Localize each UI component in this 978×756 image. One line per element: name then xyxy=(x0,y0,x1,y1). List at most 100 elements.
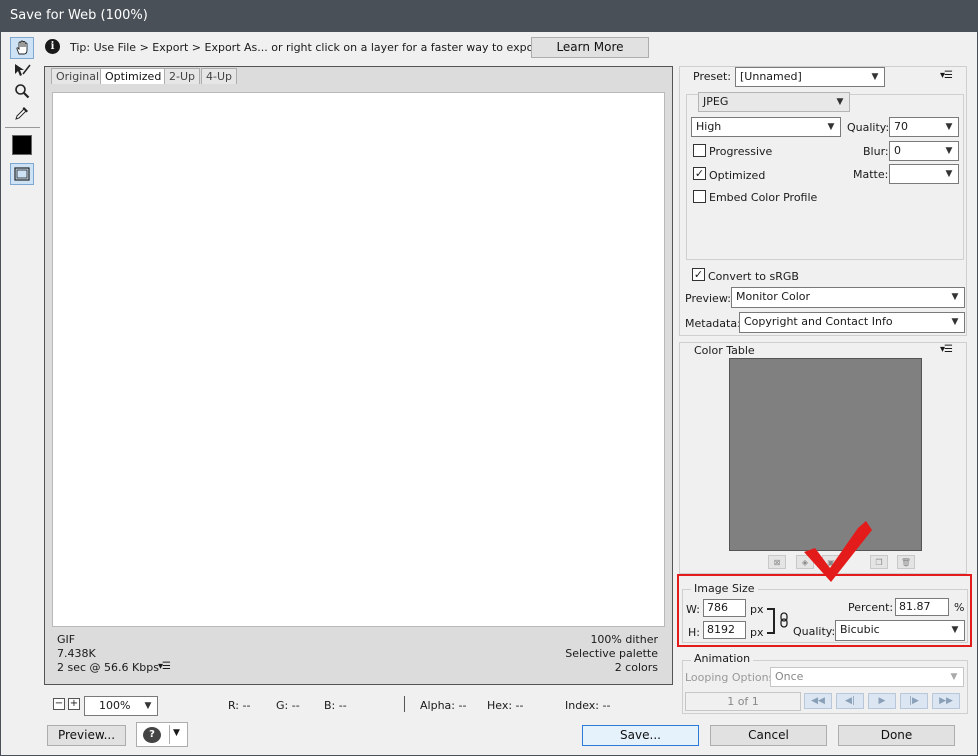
info-icon: i xyxy=(45,39,60,54)
convert-srgb-label: Convert to sRGB xyxy=(708,270,799,283)
chevron-down-icon: ▼ xyxy=(173,728,180,738)
preset-select[interactable]: [Unnamed] ▼ xyxy=(735,67,885,87)
embed-color-profile-checkbox[interactable] xyxy=(693,190,706,203)
chevron-down-icon: ▼ xyxy=(945,122,953,132)
blur-label: Blur: xyxy=(863,145,889,158)
preview-button[interactable]: Preview... xyxy=(47,725,126,746)
looping-options-select[interactable]: Once ▼ xyxy=(770,667,964,687)
progressive-label: Progressive xyxy=(709,145,773,158)
preview-dither: 100% dither xyxy=(590,633,658,646)
done-button[interactable]: Done xyxy=(838,725,955,746)
toolbar-divider xyxy=(5,127,40,128)
quality-preset-select[interactable]: High ▼ xyxy=(691,117,841,137)
save-button[interactable]: Save... xyxy=(582,725,699,746)
eyedropper-tool[interactable] xyxy=(10,102,34,124)
image-size-title: Image Size xyxy=(691,582,758,595)
last-frame-icon[interactable]: ▶▶ xyxy=(932,693,960,709)
hand-tool[interactable] xyxy=(10,37,34,59)
resample-quality-label: Quality: xyxy=(793,625,836,638)
progressive-checkbox[interactable] xyxy=(693,144,706,157)
eyedropper-icon xyxy=(15,107,28,120)
color-table-title: Color Table xyxy=(694,344,755,357)
status-alpha: Alpha: -- xyxy=(420,699,467,712)
zoom-in-button[interactable]: + xyxy=(68,698,80,710)
zoom-tool[interactable] xyxy=(10,80,34,102)
width-unit: px xyxy=(750,603,764,616)
chevron-down-icon: ▼ xyxy=(827,122,835,132)
quality-input[interactable]: 70 ▼ xyxy=(889,117,959,137)
preview-palette: Selective palette xyxy=(565,647,658,660)
file-format-select[interactable]: JPEG ▼ xyxy=(698,92,850,112)
toggle-slices-button[interactable] xyxy=(10,163,34,185)
chevron-down-icon: ▼ xyxy=(945,146,953,156)
map-transparent-icon[interactable]: ⊠ xyxy=(768,555,786,569)
width-input[interactable]: 786 xyxy=(703,599,746,617)
status-hex: Hex: -- xyxy=(487,699,524,712)
convert-srgb-checkbox[interactable]: ✓ xyxy=(692,268,705,281)
eyedropper-color-swatch[interactable] xyxy=(12,135,32,155)
window-title: Save for Web (100%) xyxy=(0,0,978,32)
zoom-out-button[interactable]: − xyxy=(53,698,65,710)
status-green: G: -- xyxy=(276,699,300,712)
zoom-level-select[interactable]: 100% ▼ xyxy=(84,696,158,716)
chevron-down-icon: ▼ xyxy=(871,72,879,82)
status-divider xyxy=(404,696,405,712)
slice-select-tool[interactable] xyxy=(10,59,34,81)
chevron-down-icon: ▼ xyxy=(951,317,959,327)
preview-file-size: 7.438K xyxy=(57,647,96,660)
delete-color-icon[interactable]: 🗑 xyxy=(897,555,915,569)
optimized-label: Optimized xyxy=(709,169,766,182)
preview-download-time: 2 sec @ 56.6 Kbps xyxy=(57,661,159,674)
play-icon[interactable]: ▶ xyxy=(868,693,896,709)
browser-preview-button[interactable]: ? ▼ xyxy=(136,722,188,747)
optimize-menu-icon[interactable]: ▾☰ xyxy=(940,70,953,81)
blur-input[interactable]: 0 ▼ xyxy=(889,141,959,161)
frame-counter: 1 of 1 xyxy=(685,692,801,711)
download-speed-menu-icon[interactable]: ▾☰ xyxy=(158,661,171,672)
learn-more-button[interactable]: Learn More xyxy=(531,37,649,58)
link-chain-icon[interactable] xyxy=(779,612,789,628)
looping-options-label: Looping Options: xyxy=(685,671,779,684)
optimized-checkbox[interactable]: ✓ xyxy=(693,167,706,180)
quality-label: Quality: xyxy=(847,121,890,134)
percent-unit: % xyxy=(954,601,965,614)
height-input[interactable]: 8192 xyxy=(703,621,746,639)
metadata-select[interactable]: Copyright and Contact Info ▼ xyxy=(739,312,965,333)
previous-frame-icon[interactable]: ◀| xyxy=(836,693,864,709)
percent-input[interactable]: 81.87 xyxy=(895,598,949,616)
chevron-down-icon: ▼ xyxy=(144,701,152,711)
constrain-bracket xyxy=(767,608,775,634)
preview-mode-select[interactable]: Monitor Color ▼ xyxy=(731,287,965,308)
width-label: W: xyxy=(686,603,700,616)
image-preview[interactable] xyxy=(52,92,665,627)
status-index: Index: -- xyxy=(565,699,611,712)
split-divider xyxy=(169,725,170,744)
tab-optimized[interactable]: Optimized xyxy=(100,68,167,84)
chevron-down-icon: ▼ xyxy=(951,292,959,302)
hand-icon xyxy=(16,40,28,55)
color-table-menu-icon[interactable]: ▾☰ xyxy=(940,344,953,355)
resample-quality-select[interactable]: Bicubic ▼ xyxy=(835,620,965,641)
animation-title: Animation xyxy=(691,652,754,665)
chevron-down-icon: ▼ xyxy=(836,97,844,107)
browser-globe-icon: ? xyxy=(143,727,161,743)
first-frame-icon[interactable]: ◀◀ xyxy=(804,693,832,709)
preset-label: Preset: xyxy=(693,70,732,83)
height-unit: px xyxy=(750,626,764,639)
matte-select[interactable]: ▼ xyxy=(889,164,959,184)
preview-color-count: 2 colors xyxy=(614,661,658,674)
next-frame-icon[interactable]: |▶ xyxy=(900,693,928,709)
chevron-down-icon: ▼ xyxy=(951,625,959,635)
preview-mode-label: Preview: xyxy=(685,292,731,305)
chevron-down-icon: ▼ xyxy=(950,672,958,682)
percent-label: Percent: xyxy=(848,601,894,614)
cancel-button[interactable]: Cancel xyxy=(710,725,827,746)
tab-original[interactable]: Original xyxy=(51,68,105,84)
slice-select-icon xyxy=(15,64,31,76)
tab-4-up[interactable]: 4-Up xyxy=(201,68,238,84)
status-red: R: -- xyxy=(228,699,251,712)
status-blue: B: -- xyxy=(324,699,347,712)
tip-text: Tip: Use File > Export > Export As... or… xyxy=(70,41,581,54)
height-label: H: xyxy=(688,626,700,639)
tab-2-up[interactable]: 2-Up xyxy=(164,68,201,84)
